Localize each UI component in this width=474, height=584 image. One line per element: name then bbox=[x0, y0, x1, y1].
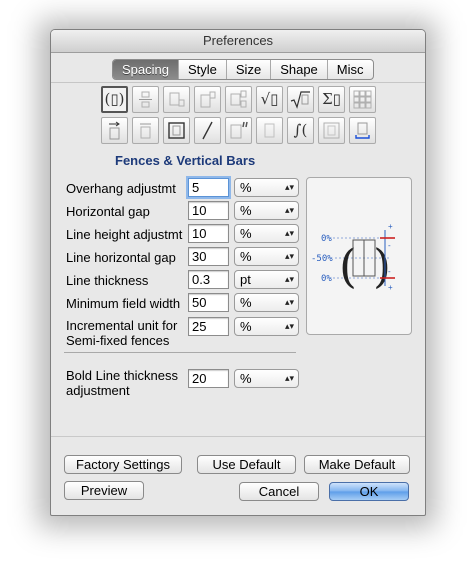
preview-plus-bottom: + bbox=[388, 283, 393, 292]
line-height-unit-value: % bbox=[240, 226, 252, 241]
overhang-unit-select[interactable]: % ▴▾ bbox=[234, 178, 299, 197]
fraction-template-icon[interactable] bbox=[132, 86, 159, 113]
tab-spacing[interactable]: Spacing bbox=[113, 60, 178, 79]
integral-template-icon[interactable]: ∫( bbox=[287, 117, 314, 144]
cancel-button[interactable]: Cancel bbox=[239, 482, 319, 501]
ok-button[interactable]: OK bbox=[329, 482, 409, 501]
popup-arrows-icon: ▴▾ bbox=[284, 251, 294, 261]
bold-line-label-line1: Bold Line thickness bbox=[66, 368, 179, 383]
popup-arrows-icon: ▴▾ bbox=[284, 205, 294, 215]
section-title: Fences & Vertical Bars bbox=[115, 153, 256, 168]
line-horizontal-gap-input[interactable]: 30 bbox=[188, 247, 229, 266]
separator bbox=[64, 352, 296, 353]
popup-arrows-icon: ▴▾ bbox=[284, 228, 294, 238]
boxed-template-icon[interactable] bbox=[163, 117, 190, 144]
overbar-template-icon[interactable] bbox=[132, 117, 159, 144]
line-thickness-label: Line thickness bbox=[66, 273, 149, 288]
line-height-unit-select[interactable]: % ▴▾ bbox=[234, 224, 299, 243]
preview-button[interactable]: Preview bbox=[64, 481, 144, 500]
tab-bar: Spacing Style Size Shape Misc bbox=[112, 59, 374, 80]
preview-mid-label: -50% bbox=[311, 254, 333, 264]
bold-line-input[interactable]: 20 bbox=[188, 369, 229, 388]
popup-arrows-icon: ▴▾ bbox=[284, 321, 294, 331]
incremental-unit-label-line2: Semi-fixed fences bbox=[66, 333, 170, 348]
overhang-unit-value: % bbox=[240, 180, 252, 195]
min-field-width-unit-value: % bbox=[240, 295, 252, 310]
min-field-width-unit-select[interactable]: % ▴▾ bbox=[234, 293, 299, 312]
fence-template-icon[interactable]: (▯) bbox=[101, 86, 128, 113]
line-horizontal-gap-unit-value: % bbox=[240, 249, 252, 264]
fence-preview: 0% -50% 0% ( ) + - - + bbox=[306, 177, 412, 335]
sub-super-template-icon[interactable] bbox=[225, 86, 252, 113]
bold-line-label: Bold Line thickness adjustment bbox=[66, 368, 178, 398]
underbrace-template-icon[interactable] bbox=[349, 117, 376, 144]
superscript-template-icon[interactable] bbox=[194, 86, 221, 113]
prime-template-icon[interactable] bbox=[225, 117, 252, 144]
arrow-template-icon[interactable] bbox=[101, 117, 128, 144]
min-field-width-input[interactable]: 50 bbox=[188, 293, 229, 312]
horizontal-gap-label: Horizontal gap bbox=[66, 204, 150, 219]
sqrt-template-icon[interactable]: √▯ bbox=[256, 86, 283, 113]
tab-shape[interactable]: Shape bbox=[270, 60, 327, 79]
bracketed-template-icon[interactable] bbox=[318, 117, 345, 144]
preview-minus-bottom: - bbox=[388, 267, 391, 276]
line-horizontal-gap-label: Line horizontal gap bbox=[66, 250, 176, 265]
horizontal-gap-unit-value: % bbox=[240, 203, 252, 218]
min-field-width-label: Minimum field width bbox=[66, 296, 181, 311]
preview-plus-top: + bbox=[388, 222, 393, 231]
horizontal-gap-unit-select[interactable]: % ▴▾ bbox=[234, 201, 299, 220]
line-thickness-unit-select[interactable]: pt ▴▾ bbox=[234, 270, 299, 289]
line-height-input[interactable]: 10 bbox=[188, 224, 229, 243]
nth-root-template-icon[interactable] bbox=[287, 86, 314, 113]
preview-minus-top: - bbox=[388, 241, 391, 250]
preview-left-paren-icon: ( bbox=[339, 239, 357, 293]
incremental-unit-unit-value: % bbox=[240, 319, 252, 334]
line-horizontal-gap-unit-select[interactable]: % ▴▾ bbox=[234, 247, 299, 266]
line-thickness-input[interactable]: 0.3 bbox=[188, 270, 229, 289]
tab-misc[interactable]: Misc bbox=[326, 60, 373, 79]
popup-arrows-icon: ▴▾ bbox=[284, 373, 294, 383]
overhang-input[interactable]: 5 bbox=[188, 178, 229, 197]
bold-line-unit-value: % bbox=[240, 371, 252, 386]
preview-top-label: 0% bbox=[321, 234, 332, 244]
preferences-window: Preferences Spacing Style Size Shape Mis… bbox=[50, 29, 426, 516]
subscript-template-icon[interactable] bbox=[163, 86, 190, 113]
overhang-label: Overhang adjustmt bbox=[66, 181, 176, 196]
stepper-arrows-icon: ▴▾ bbox=[284, 182, 294, 192]
preview-bottom-label: 0% bbox=[321, 274, 332, 284]
make-default-button[interactable]: Make Default bbox=[304, 455, 410, 474]
horizontal-gap-input[interactable]: 10 bbox=[188, 201, 229, 220]
incremental-unit-label: Incremental unit for Semi-fixed fences bbox=[66, 318, 177, 348]
tab-size[interactable]: Size bbox=[225, 60, 270, 79]
incremental-unit-unit-select[interactable]: % ▴▾ bbox=[234, 317, 299, 336]
line-height-label: Line height adjustmt bbox=[66, 227, 183, 242]
window-title: Preferences bbox=[51, 30, 425, 53]
bottom-separator bbox=[51, 436, 425, 437]
tab-divider bbox=[51, 82, 425, 83]
popup-arrows-icon: ▴▾ bbox=[284, 274, 294, 284]
factory-settings-button[interactable]: Factory Settings bbox=[64, 455, 182, 474]
matrix-template-icon[interactable] bbox=[349, 86, 376, 113]
blank-template-icon[interactable] bbox=[256, 117, 283, 144]
bold-line-unit-select[interactable]: % ▴▾ bbox=[234, 369, 299, 388]
incremental-unit-label-line1: Incremental unit for bbox=[66, 318, 178, 333]
incremental-unit-input[interactable]: 25 bbox=[188, 317, 229, 336]
use-default-button[interactable]: Use Default bbox=[197, 455, 296, 474]
bold-line-label-line2: adjustment bbox=[66, 383, 130, 398]
slash-template-icon[interactable] bbox=[194, 117, 221, 144]
sum-template-icon[interactable]: Σ▯ bbox=[318, 86, 345, 113]
fence-preview-diagram: 0% -50% 0% ( ) + - - + bbox=[311, 222, 395, 293]
line-thickness-unit-value: pt bbox=[240, 272, 251, 287]
tab-style[interactable]: Style bbox=[177, 60, 226, 79]
popup-arrows-icon: ▴▾ bbox=[284, 297, 294, 307]
